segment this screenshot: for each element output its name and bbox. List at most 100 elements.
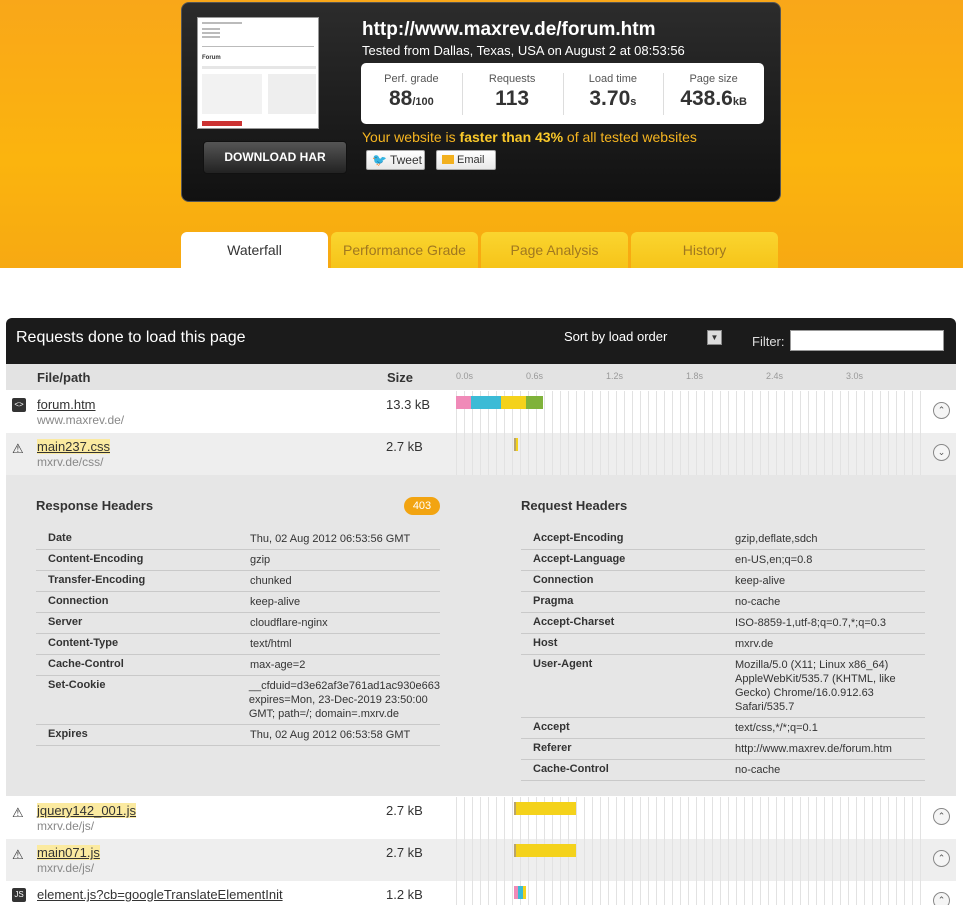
header-row: Host mxrv.de bbox=[521, 634, 925, 655]
header-key: Transfer-Encoding bbox=[48, 574, 146, 586]
header-value: __cfduid=d3e62af3e761ad1ac930e663 expire… bbox=[248, 680, 440, 720]
header-row: Expires Thu, 02 Aug 2012 06:53:58 GMT bbox=[36, 725, 440, 746]
file-name-link[interactable]: main071.js bbox=[37, 845, 100, 860]
tab-performance-grade[interactable]: Performance Grade bbox=[331, 232, 478, 268]
header-value: Thu, 02 Aug 2012 06:53:56 GMT bbox=[250, 533, 411, 545]
timeline-tick: 1.8s bbox=[686, 371, 704, 381]
waterfall-bar bbox=[456, 433, 928, 475]
header-value: cloudflare-nginx bbox=[250, 617, 328, 629]
file-name-link[interactable]: jquery142_001.js bbox=[37, 803, 137, 818]
table-row[interactable]: ⚠ jquery142_001.js mxrv.de/js/ 2.7 kB ⌃ bbox=[6, 797, 956, 839]
header-row: Transfer-Encoding chunked bbox=[36, 571, 440, 592]
tweet-button[interactable]: 🐦 Tweet bbox=[366, 150, 425, 170]
thumbnail-title: Forum bbox=[202, 55, 221, 61]
header-key: Pragma bbox=[533, 595, 574, 607]
header-value: keep-alive bbox=[250, 596, 301, 608]
file-size: 2.7 kB bbox=[386, 803, 423, 818]
request-headers-table: Accept-Encoding gzip,deflate,sdch Accept-… bbox=[521, 529, 925, 781]
perf-grade-value: 88 bbox=[388, 87, 413, 110]
file-size: 2.7 kB bbox=[386, 439, 423, 454]
header-banner: Forum DOWNLOAD HAR http://www.maxrev.de/… bbox=[0, 0, 963, 268]
col-file-path: File/path bbox=[37, 370, 91, 385]
header-row: User-Agent Mozilla/5.0 (X11; Linux x86_64… bbox=[521, 655, 925, 718]
header-row: Content-Encoding gzip bbox=[36, 550, 440, 571]
header-row: Date Thu, 02 Aug 2012 06:53:56 GMT bbox=[36, 529, 440, 550]
sort-select-value: Sort by load order bbox=[564, 329, 668, 344]
warning-icon: ⚠ bbox=[12, 847, 24, 862]
header-value: Thu, 02 Aug 2012 06:53:58 GMT bbox=[250, 729, 411, 741]
header-row: Accept text/css,*/*;q=0.1 bbox=[521, 718, 925, 739]
header-key: Host bbox=[533, 637, 558, 649]
requests-label: Requests bbox=[488, 73, 536, 85]
expand-toggle-icon[interactable]: ⌃ bbox=[933, 402, 950, 419]
header-row: Content-Type text/html bbox=[36, 634, 440, 655]
twitter-bird-icon: 🐦 bbox=[372, 153, 387, 167]
header-row: Cache-Control no-cache bbox=[521, 760, 925, 781]
table-row[interactable]: ⚠ main071.js mxrv.de/js/ 2.7 kB ⌃ bbox=[6, 839, 956, 881]
load-time-value: 3.70 bbox=[589, 87, 631, 110]
file-name-link[interactable]: main237.css bbox=[37, 439, 110, 454]
table-row[interactable]: <> forum.htm www.maxrev.de/ 13.3 kB ⌃ bbox=[6, 391, 956, 433]
stats-panel: Perf. grade 88/100 Requests 113 Load tim… bbox=[361, 63, 764, 124]
header-value: gzip bbox=[250, 554, 271, 566]
header-key: Set-Cookie bbox=[48, 679, 106, 691]
header-value: http://www.maxrev.de/forum.htm bbox=[735, 743, 892, 755]
timeline-tick: 0.0s bbox=[456, 371, 474, 381]
waterfall-bar bbox=[456, 797, 928, 839]
file-path: mxrv.de/js/ bbox=[37, 819, 95, 833]
requests-stat: Requests 113 bbox=[461, 63, 563, 124]
header-row: Connection keep-alive bbox=[521, 571, 925, 592]
tab-page-analysis[interactable]: Page Analysis bbox=[481, 232, 628, 268]
header-key: Accept-Encoding bbox=[533, 532, 624, 544]
sort-select[interactable]: Sort by load order ▼ bbox=[564, 329, 722, 347]
response-headers-title: Response Headers bbox=[36, 498, 154, 513]
header-value: ISO-8859-1,utf-8;q=0.7,*;q=0.3 bbox=[735, 617, 887, 629]
header-value: no-cache bbox=[735, 596, 781, 608]
file-name-link[interactable]: element.js?cb=googleTranslateElementInit bbox=[37, 887, 283, 902]
header-key: Cache-Control bbox=[48, 658, 124, 670]
header-row: Connection keep-alive bbox=[36, 592, 440, 613]
waterfall-bar bbox=[456, 881, 928, 905]
page-thumbnail[interactable]: Forum bbox=[197, 17, 319, 129]
collapse-toggle-icon[interactable]: ⌄ bbox=[933, 444, 950, 461]
header-value: text/html bbox=[250, 638, 292, 650]
tab-history[interactable]: History bbox=[631, 232, 778, 268]
download-har-button[interactable]: DOWNLOAD HAR bbox=[203, 141, 347, 174]
file-name-link[interactable]: forum.htm bbox=[37, 397, 96, 412]
load-time-stat: Load time 3.70s bbox=[562, 63, 664, 124]
header-value: no-cache bbox=[735, 764, 781, 776]
warning-icon: ⚠ bbox=[12, 805, 24, 820]
expand-toggle-icon[interactable]: ⌃ bbox=[933, 892, 950, 905]
timeline-tick: 0.6s bbox=[526, 371, 544, 381]
header-row: Referer http://www.maxrev.de/forum.htm bbox=[521, 739, 925, 760]
expand-toggle-icon[interactable]: ⌃ bbox=[933, 808, 950, 825]
table-row[interactable]: ⚠ main237.css mxrv.de/css/ 2.7 kB ⌄ bbox=[6, 433, 956, 475]
response-headers-table: Date Thu, 02 Aug 2012 06:53:56 GMT Conten… bbox=[36, 529, 440, 746]
header-value: max-age=2 bbox=[250, 659, 306, 671]
perf-grade-unit: /100 bbox=[412, 96, 434, 108]
load-time-unit: s bbox=[630, 96, 637, 108]
table-row[interactable]: JS element.js?cb=googleTranslateElementI… bbox=[6, 881, 956, 905]
request-headers-title: Request Headers bbox=[521, 498, 628, 513]
expand-toggle-icon[interactable]: ⌃ bbox=[933, 850, 950, 867]
email-label: Email bbox=[457, 154, 485, 166]
header-row: Set-Cookie __cfduid=d3e62af3e761ad1ac930e… bbox=[36, 676, 440, 725]
header-key: Connection bbox=[533, 574, 594, 586]
tested-url: http://www.maxrev.de/forum.htm bbox=[362, 19, 656, 40]
header-value: keep-alive bbox=[735, 575, 786, 587]
header-key: Referer bbox=[533, 742, 572, 754]
envelope-icon bbox=[442, 155, 454, 164]
file-size: 1.2 kB bbox=[386, 887, 423, 902]
tab-waterfall[interactable]: Waterfall bbox=[181, 232, 328, 268]
timeline-tick: 1.2s bbox=[606, 371, 624, 381]
email-button[interactable]: Email bbox=[436, 150, 496, 170]
panel-title: Requests done to load this page bbox=[16, 329, 246, 346]
filter-input[interactable] bbox=[790, 330, 944, 351]
header-key: Server bbox=[48, 616, 83, 628]
header-key: Accept-Language bbox=[533, 553, 626, 565]
file-path: mxrv.de/css/ bbox=[37, 455, 104, 469]
header-key: Accept-Charset bbox=[533, 616, 615, 628]
waterfall-bar bbox=[456, 391, 928, 433]
header-row: Accept-Language en-US,en;q=0.8 bbox=[521, 550, 925, 571]
requests-value: 113 bbox=[495, 87, 530, 110]
